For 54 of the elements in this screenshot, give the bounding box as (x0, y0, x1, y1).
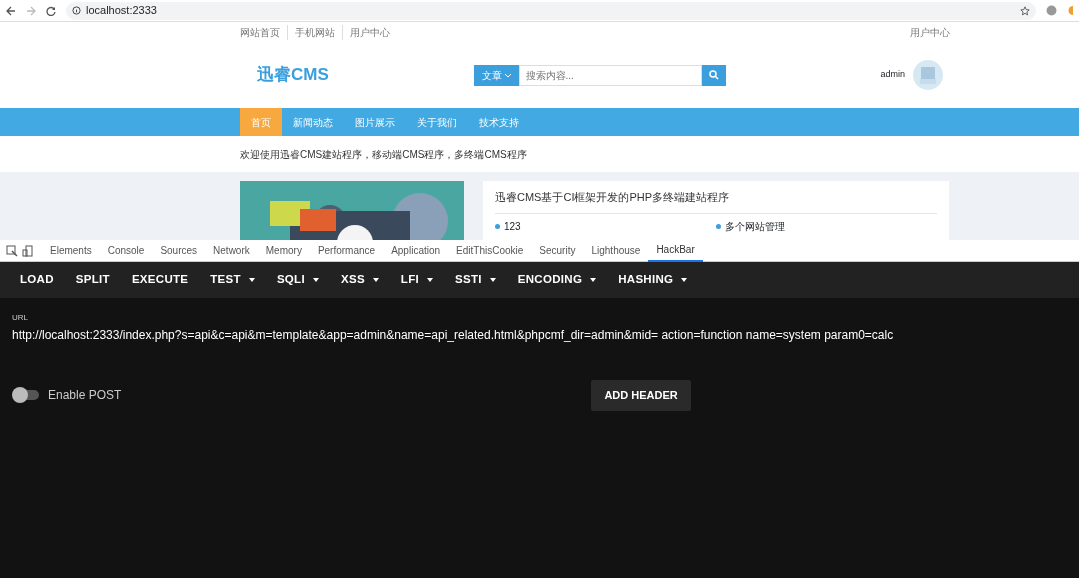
caret-icon (312, 278, 319, 282)
caret-icon (590, 278, 597, 282)
toolbar-button[interactable]: TEST (202, 262, 263, 298)
reload-icon[interactable] (46, 5, 56, 16)
devtools-tab[interactable]: Memory (257, 239, 310, 262)
top-link[interactable]: 手机网站 (287, 24, 342, 40)
search-icon (708, 70, 719, 80)
enable-post-label: Enable POST (48, 387, 122, 405)
devtools-tab[interactable]: Console (99, 239, 153, 262)
caret-icon (372, 278, 379, 282)
bullet-icon (716, 223, 721, 229)
devtools-tab[interactable]: Sources (152, 239, 206, 262)
toolbar-button[interactable]: HASHING (610, 262, 696, 298)
star-icon[interactable] (1020, 5, 1030, 16)
caret-icon (427, 278, 433, 282)
caret-icon (489, 278, 496, 282)
devtools-tab[interactable]: Performance (309, 239, 384, 262)
user-center-link[interactable]: 用户中心 (910, 24, 950, 40)
top-link[interactable]: 网站首页 (240, 24, 287, 40)
devtools-tab[interactable]: Security (531, 239, 584, 262)
add-header-button[interactable]: ADD HEADER (591, 380, 691, 411)
toolbar-button[interactable]: SQLI (268, 262, 327, 298)
toolbar-button[interactable]: ENCODING (509, 262, 605, 298)
url-text: localhost:2333 (86, 3, 157, 19)
device-icon[interactable] (22, 244, 34, 257)
article-link[interactable]: 123 (504, 218, 521, 234)
toolbar-button[interactable]: XSS (332, 262, 387, 298)
caret-icon (248, 278, 255, 282)
info-icon (72, 6, 81, 15)
back-icon[interactable] (6, 5, 16, 16)
address-bar[interactable]: localhost:2333 (66, 1, 1036, 20)
url-field[interactable]: http://localhost:2333/index.php?s=api&c=api&m=template&app=admin&name=api_related.html&phpcmf_dir=admin&mid= action=function name=system param0=calc (12, 326, 1067, 344)
username: admin (880, 68, 906, 82)
top-link[interactable]: 用户中心 (342, 24, 397, 40)
search-field[interactable]: 搜索内容... (518, 64, 702, 86)
card-title: 迅睿CMS基于CI框架开发的PHP多终端建站程序 (495, 189, 937, 214)
welcome-text: 欢迎使用迅睿CMS建站程序，移动端CMS程序，多终端CMS程序 (240, 147, 527, 162)
devtools-tab[interactable]: Application (383, 239, 449, 262)
caret-icon (681, 278, 688, 282)
toolbar-button[interactable]: EXECUTE (123, 262, 197, 298)
url-label: URL (12, 312, 29, 324)
toolbar-button[interactable]: LFI (392, 262, 441, 298)
caret-icon (504, 73, 511, 78)
toolbar-button[interactable]: LOAD (12, 262, 62, 298)
toolbar-button[interactable]: SPLIT (67, 262, 118, 298)
inspect-icon[interactable] (6, 244, 18, 257)
bullet-icon (495, 223, 500, 229)
search-button[interactable] (701, 64, 726, 86)
toolbar-button[interactable]: SSTI (447, 262, 504, 298)
devtools-tab[interactable]: EditThisCookie (448, 239, 532, 262)
devtools-tab[interactable]: Network (205, 239, 258, 262)
devtools-tab[interactable]: Elements (42, 239, 100, 262)
article-link[interactable]: 多个网站管理 (725, 218, 785, 234)
devtools-tab[interactable]: Lighthouse (583, 239, 649, 262)
